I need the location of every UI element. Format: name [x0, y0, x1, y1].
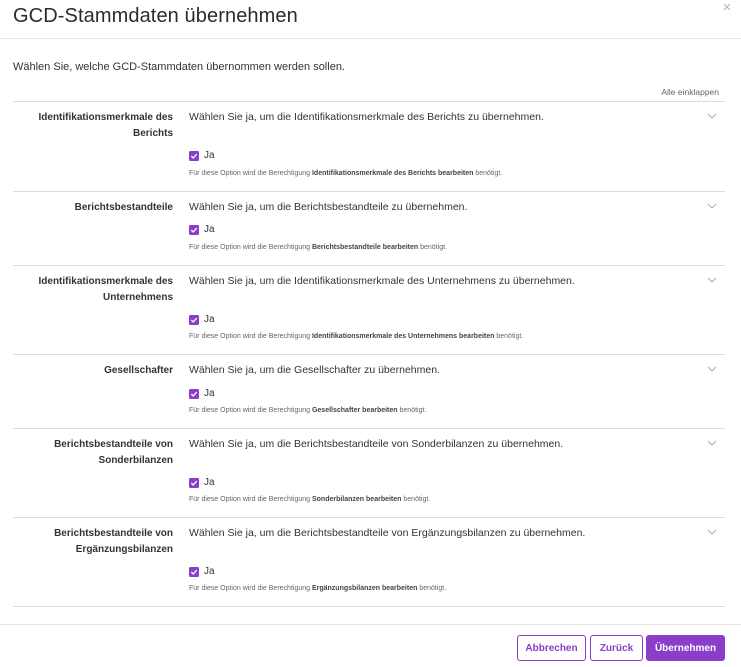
checkbox-label: Ja [204, 477, 215, 488]
checkbox-label: Ja [204, 150, 215, 161]
chevron-down-icon[interactable] [707, 528, 717, 536]
checkmark-icon [189, 314, 199, 325]
ja-checkbox[interactable]: Ja [189, 388, 215, 399]
back-button[interactable]: Zurück [590, 635, 643, 661]
checkbox-label: Ja [204, 224, 215, 235]
section-company-identification: Identifikationsmerkmale des Unternehmens… [13, 266, 725, 355]
ja-checkbox[interactable]: Ja [189, 314, 215, 325]
section-report-components: Berichtsbestandteile Wählen Sie ja, um d… [13, 192, 725, 266]
section-description: Wählen Sie ja, um die Identifikationsmer… [189, 111, 544, 123]
section-label: Identifikationsmerkmale des Unternehmens [38, 276, 174, 303]
close-icon[interactable] [720, 0, 734, 14]
checkmark-icon [189, 477, 199, 488]
section-label: Gesellschafter [104, 365, 173, 376]
apply-button[interactable]: Übernehmen [646, 635, 725, 661]
section-label: Berichtsbestandteile von Ergänzungsbilan… [54, 528, 173, 555]
permission-note: Für diese Option wird die Berechtigung S… [189, 496, 431, 503]
section-description: Wählen Sie ja, um die Identifikationsmer… [189, 275, 575, 287]
ja-checkbox[interactable]: Ja [189, 477, 215, 488]
collapse-all-link[interactable]: Alle einklappen [661, 87, 719, 97]
ja-checkbox[interactable]: Ja [189, 566, 215, 577]
ja-checkbox[interactable]: Ja [189, 150, 215, 161]
section-label: Berichtsbestandteile [74, 202, 173, 213]
sections-list: Identifikationsmerkmale des Berichts Wäh… [13, 101, 725, 607]
dialog-header: GCD-Stammdaten übernehmen [0, 0, 741, 39]
checkmark-icon [189, 388, 199, 399]
cancel-button[interactable]: Abbrechen [517, 635, 586, 661]
checkmark-icon [189, 566, 199, 577]
checkmark-icon [189, 150, 199, 161]
permission-note: Für diese Option wird die Berechtigung G… [189, 407, 427, 414]
checkmark-icon [189, 224, 199, 235]
chevron-down-icon[interactable] [707, 439, 717, 447]
permission-note: Für diese Option wird die Berechtigung I… [189, 170, 503, 177]
section-supplementary-balances: Berichtsbestandteile von Ergänzungsbilan… [13, 518, 725, 607]
section-label: Berichtsbestandteile von Sonderbilanzen [54, 439, 173, 466]
permission-note: Für diese Option wird die Berechtigung I… [189, 333, 524, 340]
section-description: Wählen Sie ja, um die Berichtsbestandtei… [189, 438, 564, 450]
chevron-down-icon[interactable] [707, 276, 717, 284]
section-special-balances: Berichtsbestandteile von Sonderbilanzen … [13, 429, 725, 518]
section-label: Identifikationsmerkmale des Berichts [38, 112, 174, 139]
permission-note: Für diese Option wird die Berechtigung B… [189, 244, 447, 251]
dialog-footer: Abbrechen Zurück Übernehmen [0, 624, 741, 667]
checkbox-label: Ja [204, 314, 215, 325]
section-report-identification: Identifikationsmerkmale des Berichts Wäh… [13, 102, 725, 192]
checkbox-label: Ja [204, 388, 215, 399]
chevron-down-icon[interactable] [707, 112, 717, 120]
chevron-down-icon[interactable] [707, 365, 717, 373]
section-description: Wählen Sie ja, um die Berichtsbestandtei… [189, 527, 586, 539]
checkbox-label: Ja [204, 566, 215, 577]
section-shareholders: Gesellschafter Wählen Sie ja, um die Ges… [13, 355, 725, 429]
chevron-down-icon[interactable] [707, 202, 717, 210]
dialog-title: GCD-Stammdaten übernehmen [13, 5, 298, 27]
dialog: GCD-Stammdaten übernehmen Wählen Sie, we… [0, 0, 741, 667]
permission-note: Für diese Option wird die Berechtigung E… [189, 585, 447, 592]
section-description: Wählen Sie ja, um die Berichtsbestandtei… [189, 201, 468, 213]
section-description: Wählen Sie ja, um die Gesellschafter zu … [189, 364, 440, 376]
dialog-intro: Wählen Sie, welche GCD-Stammdaten überno… [13, 61, 345, 73]
ja-checkbox[interactable]: Ja [189, 224, 215, 235]
